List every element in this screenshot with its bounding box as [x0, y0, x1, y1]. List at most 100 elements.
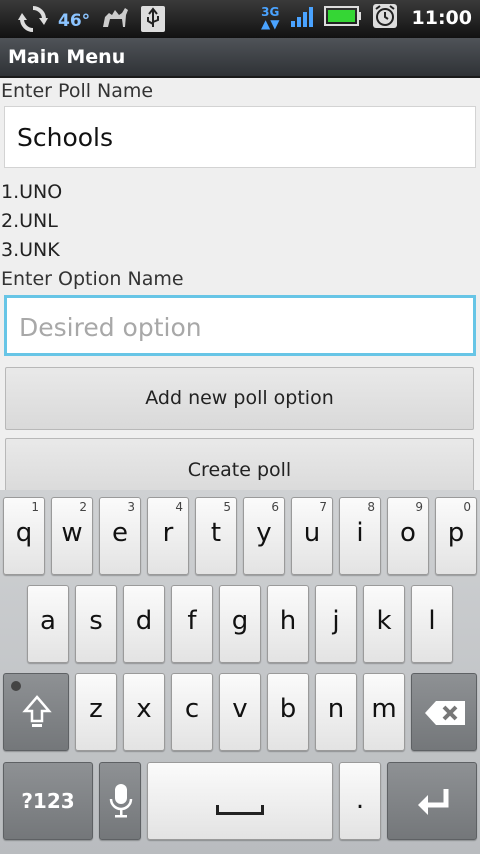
key-m[interactable]: m: [363, 673, 405, 751]
key-label: g: [231, 606, 249, 636]
battery-icon: [323, 5, 362, 31]
key-num: 9: [415, 500, 423, 514]
key-label: i: [356, 518, 364, 548]
key-a[interactable]: a: [27, 585, 69, 663]
option-name-label: Enter Option Name: [1, 268, 184, 290]
soft-keyboard: 1q 2w 3e 4r 5t 6y 7u 8i 9o 0p a s d f g …: [0, 490, 480, 854]
key-label: u: [303, 518, 321, 548]
key-label: k: [376, 606, 392, 636]
key-label: z: [89, 694, 103, 724]
poll-name-input[interactable]: Schools: [4, 106, 476, 168]
weather-camel-icon: [100, 5, 130, 37]
key-t[interactable]: 5t: [195, 497, 237, 575]
key-h[interactable]: h: [267, 585, 309, 663]
key-label: t: [210, 518, 222, 548]
status-bar: 46° 3G ▲▼ 11:00: [0, 0, 480, 38]
key-u[interactable]: 7u: [291, 497, 333, 575]
key-label: y: [256, 518, 272, 548]
key-num: 2: [79, 500, 87, 514]
key-i[interactable]: 8i: [339, 497, 381, 575]
enter-icon: [416, 787, 450, 824]
shift-icon: [22, 694, 52, 737]
key-c[interactable]: c: [171, 673, 213, 751]
key-o[interactable]: 9o: [387, 497, 429, 575]
title-bar: Main Menu: [0, 38, 480, 78]
key-label: n: [327, 694, 345, 724]
voice-input-key[interactable]: [99, 762, 141, 840]
key-label: e: [112, 518, 128, 548]
clock-time: 11:00: [411, 7, 472, 29]
key-v[interactable]: v: [219, 673, 261, 751]
key-label: m: [371, 694, 397, 724]
alarm-icon: [372, 3, 398, 33]
signal-icon: [290, 5, 314, 31]
option-name-input[interactable]: [17, 308, 461, 346]
key-l[interactable]: l: [411, 585, 453, 663]
key-label: w: [61, 518, 83, 548]
key-num: 7: [319, 500, 327, 514]
shift-key[interactable]: [3, 673, 69, 751]
enter-key[interactable]: [387, 762, 477, 840]
key-num: 8: [367, 500, 375, 514]
symbols-key-label: ?123: [21, 789, 75, 813]
key-w[interactable]: 2w: [51, 497, 93, 575]
key-j[interactable]: j: [315, 585, 357, 663]
key-x[interactable]: x: [123, 673, 165, 751]
option-name-field[interactable]: [4, 295, 476, 356]
shift-lock-indicator-icon: [11, 681, 21, 691]
key-s[interactable]: s: [75, 585, 117, 663]
network-3g-icon: 3G ▲▼: [261, 5, 280, 31]
option-item-2: 2.UNL: [1, 210, 58, 232]
key-q[interactable]: 1q: [3, 497, 45, 575]
key-label: o: [400, 518, 416, 548]
key-label: d: [135, 606, 153, 636]
key-label: v: [232, 694, 248, 724]
usb-icon: [140, 5, 166, 37]
key-num: 3: [127, 500, 135, 514]
poll-name-label: Enter Poll Name: [1, 80, 154, 102]
period-key[interactable]: .: [339, 762, 381, 840]
key-label: x: [136, 694, 152, 724]
key-num: 4: [175, 500, 183, 514]
key-label: c: [184, 694, 200, 724]
key-r[interactable]: 4r: [147, 497, 189, 575]
option-item-1: 1.UNO: [1, 181, 63, 203]
key-label: l: [428, 606, 436, 636]
page-title: Main Menu: [8, 46, 126, 68]
key-label: s: [89, 606, 103, 636]
key-label: p: [447, 518, 465, 548]
key-e[interactable]: 3e: [99, 497, 141, 575]
add-poll-option-button[interactable]: Add new poll option: [5, 367, 474, 430]
sync-icon: [18, 4, 48, 38]
symbols-key[interactable]: ?123: [3, 762, 93, 840]
key-label: a: [40, 606, 56, 636]
key-n[interactable]: n: [315, 673, 357, 751]
poll-name-value: Schools: [17, 123, 114, 152]
key-num: 0: [463, 500, 471, 514]
key-label: f: [187, 606, 197, 636]
key-g[interactable]: g: [219, 585, 261, 663]
key-label: h: [279, 606, 297, 636]
key-num: 1: [31, 500, 39, 514]
key-b[interactable]: b: [267, 673, 309, 751]
key-d[interactable]: d: [123, 585, 165, 663]
key-p[interactable]: 0p: [435, 497, 477, 575]
option-item-3: 3.UNK: [1, 239, 60, 261]
microphone-icon: [109, 783, 133, 828]
key-label: r: [162, 518, 174, 548]
create-poll-button[interactable]: Create poll: [5, 438, 474, 498]
space-key[interactable]: [147, 762, 333, 840]
period-key-label: .: [355, 785, 365, 815]
key-y[interactable]: 6y: [243, 497, 285, 575]
key-num: 5: [223, 500, 231, 514]
backspace-key[interactable]: [411, 673, 477, 751]
key-z[interactable]: z: [75, 673, 117, 751]
key-label: b: [279, 694, 297, 724]
key-label: j: [332, 606, 340, 636]
key-num: 6: [271, 500, 279, 514]
key-f[interactable]: f: [171, 585, 213, 663]
backspace-icon: [424, 700, 466, 733]
space-bar-icon: [216, 805, 264, 815]
key-label: q: [15, 518, 33, 548]
key-k[interactable]: k: [363, 585, 405, 663]
